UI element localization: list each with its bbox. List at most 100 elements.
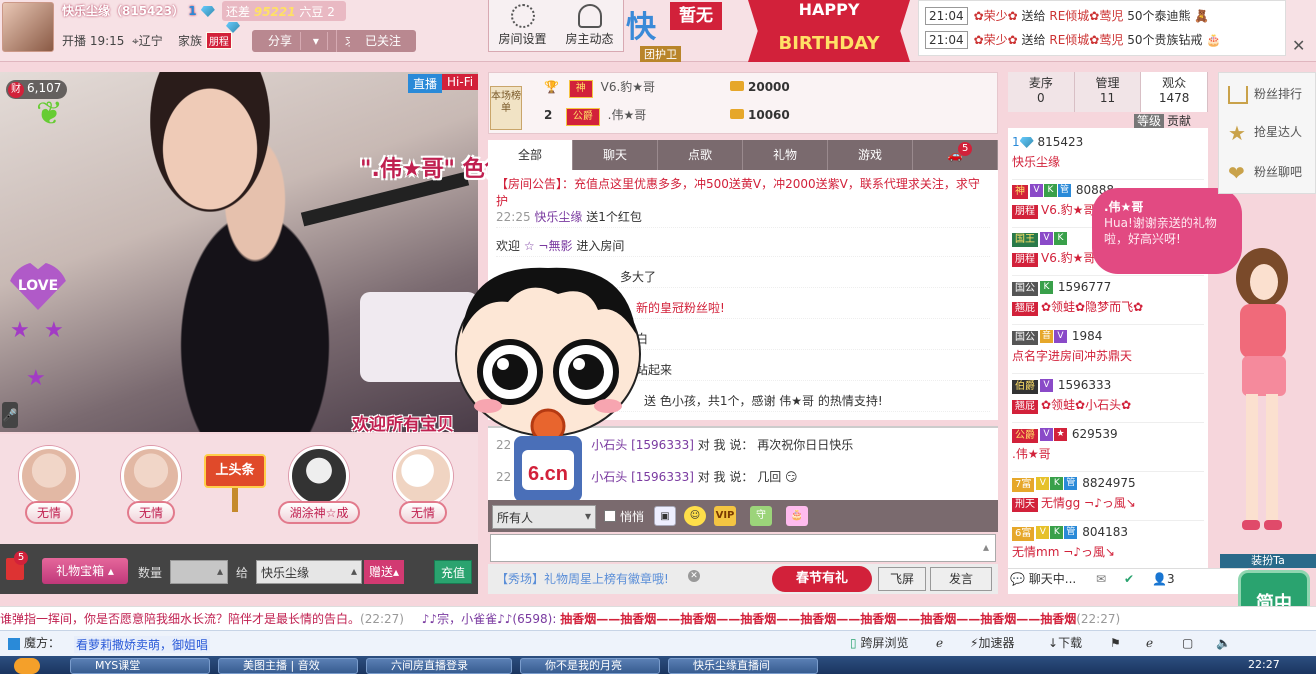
ie-icon[interactable]: ℯ (1146, 630, 1153, 656)
microphone-icon[interactable]: 🎤 (2, 402, 18, 428)
send-message-button[interactable]: 发言 (930, 567, 992, 591)
magic-cube-link[interactable]: 看萝莉撒娇卖萌，御姐唱 (74, 636, 211, 653)
seat[interactable]: 湖涂神☆成 (274, 446, 364, 524)
sort-by-level[interactable]: 等级 (1134, 114, 1165, 128)
user-row[interactable]: 国公音 V 1984 点名字进房间冲苏鼎天 (1012, 326, 1204, 374)
seat[interactable]: 无情 (6, 446, 92, 524)
live-tag[interactable]: 直播 (408, 74, 443, 93)
user-row[interactable]: 7富 V K 管 8824975 刑天 无情gg ¬♪っ風↘ (1012, 473, 1204, 521)
ticker-sender[interactable]: ✿荣少✿ (974, 33, 1018, 47)
download-button[interactable]: ↓下载 (1048, 630, 1082, 656)
ticker-time: 21:04 (925, 31, 968, 49)
tab-vehicles[interactable]: 🚗 (913, 140, 998, 170)
tab-audience[interactable]: 观众 1478 (1141, 72, 1209, 112)
sort-by-contribution[interactable]: 贡献 (1167, 114, 1191, 128)
marquee-sender[interactable]: ♪♪宗，小雀雀♪♪(6598): (422, 612, 557, 626)
flag-icon[interactable]: ⚑ (1110, 630, 1121, 656)
user-row[interactable]: 公爵 V ★ 629539 .伟★哥 (1012, 424, 1204, 472)
gift-box-button[interactable]: 礼物宝箱 ▴ (42, 558, 128, 584)
user-row[interactable]: 伯爵 V 1596333 翘屁 ✿领蛙✿小石头✿ (1012, 375, 1204, 423)
room-settings-button[interactable]: 房间设置 (489, 0, 556, 51)
image-icon[interactable]: ▣ (654, 506, 676, 526)
diamond-icon (1019, 137, 1034, 148)
baby-shine-left (497, 358, 509, 370)
taskbar-item[interactable]: MYS课堂 (70, 658, 210, 674)
star-talent-button[interactable]: ★ 抢星达人 (1222, 114, 1316, 150)
chat-nick[interactable]: 快乐尘缘 (534, 210, 582, 224)
start-button[interactable] (14, 658, 40, 674)
recipient-all-select[interactable]: 所有人 ▾ (492, 505, 596, 529)
followed-button[interactable]: 已关注 (350, 30, 416, 52)
vip-icon: V (1030, 184, 1043, 197)
user-row[interactable]: 6富 V K 管 804183 无情mm ¬♪っ風↘ (1012, 522, 1204, 570)
fly-screen-button[interactable]: 飞屏 (878, 567, 926, 591)
tab-chat[interactable]: 聊天 (573, 140, 658, 170)
mail-icon[interactable]: ✉ (1096, 572, 1106, 586)
tab-games[interactable]: 游戏 (828, 140, 913, 170)
guard-icon[interactable]: 守 (750, 506, 772, 526)
close-icon[interactable]: ✕ (1292, 36, 1312, 56)
seat[interactable]: 无情 (108, 446, 194, 524)
fan-chat-button[interactable]: ❤ 粉丝聊吧 (1222, 154, 1316, 190)
tab-mic-queue[interactable]: 麦序 0 (1008, 72, 1075, 112)
user-list-tabs: 麦序 0 管理 11 观众 1478 (1008, 72, 1209, 112)
user-row[interactable]: 国公 K 1596777 翘屁 ✿领蛙✿隐梦而飞✿ (1012, 277, 1204, 325)
taskbar-item[interactable]: 快乐尘缘直播间 (668, 658, 818, 674)
quantity-input[interactable]: ▴ (170, 560, 228, 584)
recipient-select[interactable]: 快乐尘缘 ▴ (256, 560, 362, 584)
host-feed-button[interactable]: 房主动态 (556, 0, 623, 51)
spring-gift-button[interactable]: 春节有礼 (772, 566, 872, 592)
emoji-icon: 😏 (785, 470, 798, 484)
chevron-up-icon: ▴ (392, 565, 400, 579)
ticker-receiver[interactable]: RE倾城✿莺児 (1049, 9, 1123, 23)
streamer-face (150, 72, 270, 212)
chat-nick[interactable]: ☆ ¬無影 (524, 239, 573, 253)
ticker-sender[interactable]: ✿荣少✿ (974, 9, 1018, 23)
sort-options: 等级 贡献 (1134, 112, 1191, 129)
marquee-text: 抽香烟——抽香烟——抽香烟——抽香烟——抽香烟——抽香烟——抽香烟——抽香烟——… (560, 612, 1077, 626)
ticker-row: 21:04 ✿荣少✿ 送给 RE倾城✿莺児 50个贵族钻戒 🎂 (925, 29, 1279, 53)
vip-icon[interactable]: VIP (714, 506, 736, 526)
session-rank-button[interactable]: 本场榜单 (490, 86, 522, 130)
birthday-banner[interactable]: HAPPY BIRTHDAY (748, 0, 910, 62)
hifi-tag[interactable]: Hi-Fi (442, 74, 479, 90)
window-icon[interactable]: ▢ (1182, 630, 1193, 656)
rank-number: 2 (544, 108, 553, 122)
check-icon[interactable]: ✔ (1124, 572, 1134, 586)
show-ad-link[interactable]: 【秀场】礼物周星上榜有徽章哦! (496, 570, 669, 587)
trophy-icon: 🏆 (544, 80, 559, 94)
send-gift-button[interactable]: 赠送▴ (364, 560, 404, 584)
group-chat-button[interactable]: 💬 聊天中... (1010, 570, 1076, 587)
whisper-checkbox[interactable] (604, 510, 616, 522)
speaker-icon[interactable]: 🔈 (1216, 630, 1231, 656)
taskbar-item[interactable]: 你不是我的月亮 (520, 658, 660, 674)
recharge-button[interactable]: 充值 (434, 560, 472, 584)
cake-icon[interactable]: 🎂 (786, 506, 808, 526)
guard-banner[interactable]: 快 暂无 团护卫 (626, 0, 736, 62)
rank-row[interactable]: 🏆 神 V6.豹★哥 20000 (544, 74, 984, 100)
dress-up-button[interactable]: 装扮Ta (1220, 554, 1316, 568)
fan-rank-button[interactable]: 粉丝排行 (1222, 76, 1316, 112)
close-icon[interactable]: ✕ (688, 570, 700, 582)
ticker-time: 21:04 (925, 7, 968, 25)
ticker-receiver[interactable]: RE倾城✿莺児 (1049, 33, 1123, 47)
accelerator-button[interactable]: ⚡加速器 (970, 630, 1014, 656)
host-avatar[interactable] (2, 2, 54, 52)
online-count: 👤3 (1152, 572, 1175, 586)
chat-input[interactable]: ▴ (490, 534, 996, 562)
user-id: 8824975 (1082, 476, 1136, 490)
taskbar-item[interactable]: 六间房直播登录 (366, 658, 512, 674)
share-button[interactable]: 分享 ▾ (252, 30, 337, 52)
tab-gifts[interactable]: 礼物 (743, 140, 828, 170)
tab-admins[interactable]: 管理 11 (1075, 72, 1142, 112)
headline-sign[interactable]: 上头条 (204, 454, 266, 488)
taskbar-item[interactable]: 美图主播 | 音效 (218, 658, 358, 674)
user-row[interactable]: 1 815423 快乐尘缘 (1012, 132, 1204, 180)
ie-icon[interactable]: ℯ (936, 630, 943, 656)
cross-screen-button[interactable]: ▯ 跨屏浏览 (850, 630, 908, 656)
rank-row[interactable]: 2 公爵 .伟★哥 10060 (544, 102, 984, 128)
tab-songs[interactable]: 点歌 (658, 140, 743, 170)
tab-all[interactable]: 全部 (488, 140, 573, 170)
family-badge[interactable]: 朋程 (205, 32, 232, 49)
smiley-icon[interactable]: ☺ (684, 506, 706, 526)
